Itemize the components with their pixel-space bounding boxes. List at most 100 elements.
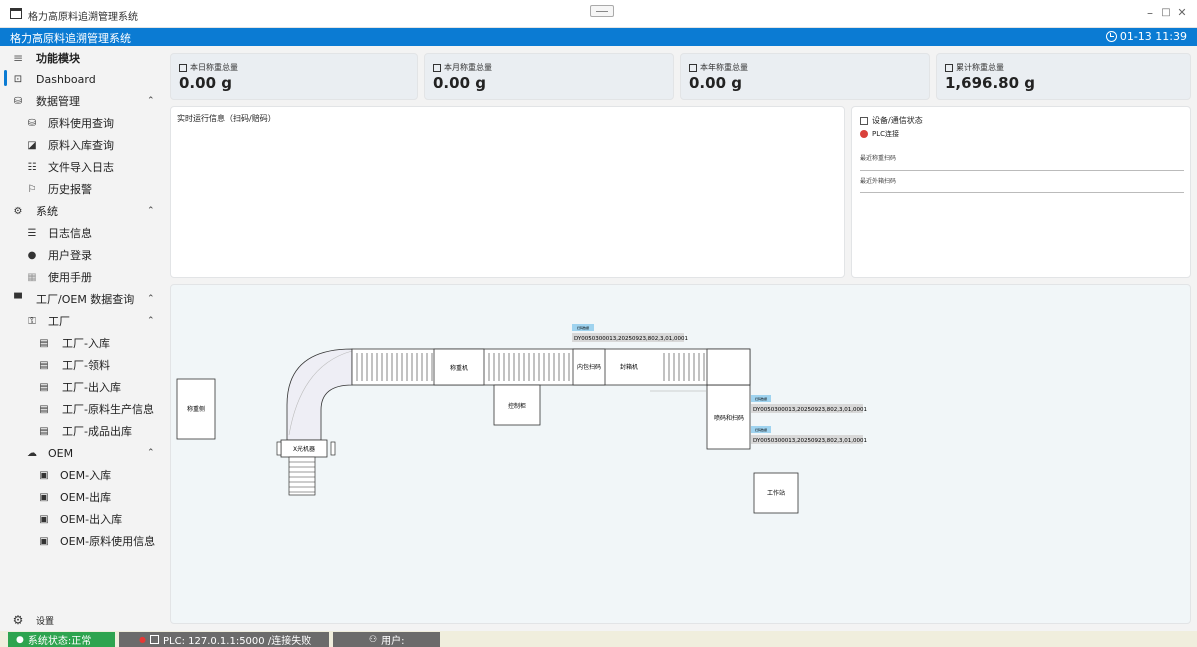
divider [860, 170, 1184, 171]
chevron-up-icon: ⌃ [147, 96, 155, 106]
weigh-side-label: 称重侧 [187, 405, 205, 413]
device-status-title: 设备/通信状态 [860, 115, 923, 126]
stat-card-yearly: 本年称重总量 0.00 g [680, 53, 930, 100]
alarm-icon: ⚐ [27, 183, 37, 195]
factory-icon: ⚿ [28, 315, 36, 327]
scan-code-a-text: DY0050300013,20250923,802,3,01,0001 [753, 407, 867, 413]
sidebar-item-material-inbound[interactable]: ◪ 原料入库查询 [0, 134, 164, 156]
sidebar-item-factory-production[interactable]: ▤ 工厂-原料生产信息 [0, 398, 164, 420]
divider [860, 192, 1184, 193]
clock-icon [1105, 31, 1117, 42]
sidebar-group-oem[interactable]: ☁ OEM ⌃ [0, 442, 164, 464]
checkbox-icon [860, 116, 868, 125]
sidebar-group-factory[interactable]: ⚿ 工厂 ⌃ [0, 310, 164, 332]
close-button[interactable]: ✕ [1174, 6, 1190, 19]
clipboard-icon: ▤ [39, 381, 49, 393]
document-icon: ▣ [39, 513, 49, 525]
list-icon: ☰ [27, 227, 37, 239]
production-line-diagram: 称重侧 X光机器 称重机 控制柜 内包扫码 封箱机 扫码数据 DY0050300… [176, 324, 867, 514]
chevron-up-icon: ⌃ [147, 294, 155, 304]
network-icon [149, 635, 159, 644]
image-icon: ◪ [27, 139, 37, 151]
device-status-panel: 设备/通信状态 PLC连接 最近称重扫码 最近外箱扫码 [851, 106, 1191, 278]
sidebar-item-factory-inout[interactable]: ▤ 工厂-出入库 [0, 376, 164, 398]
scan-code-b-text: DY0050300013,20250923,802,3,01,0001 [753, 438, 867, 444]
minimize-button[interactable]: – [1142, 6, 1158, 20]
xray-label: X光机器 [293, 445, 315, 453]
sidebar-item-user-login[interactable]: ● 用户登录 [0, 244, 164, 266]
status-dot-icon: ● [139, 635, 146, 644]
chevron-up-icon: ⌃ [147, 206, 155, 216]
app-window-icon [10, 8, 22, 19]
recent-box-scan-label: 最近外箱扫码 [860, 178, 897, 185]
log-icon: ☷ [27, 161, 37, 173]
status-dot-icon [860, 130, 868, 138]
sidebar-item-oem-inout[interactable]: ▣ OEM-出入库 [0, 508, 164, 530]
plc-status: PLC连接 [860, 129, 899, 139]
control-cabinet-label: 控制柜 [508, 402, 526, 410]
sidebar-item-factory-inbound[interactable]: ▤ 工厂-入库 [0, 332, 164, 354]
stat-value: 0.00 g [433, 74, 486, 92]
clipboard-icon: ▤ [39, 425, 49, 437]
sidebar-item-oem-outbound[interactable]: ▣ OEM-出库 [0, 486, 164, 508]
production-line-panel: 称重侧 X光机器 称重机 控制柜 内包扫码 封箱机 扫码数据 DY0050300… [170, 284, 1191, 624]
sidebar-item-log-info[interactable]: ☰ 日志信息 [0, 222, 164, 244]
svg-text:扫码数据: 扫码数据 [755, 427, 767, 432]
dashboard-icon: ⊡ [13, 73, 23, 85]
app-header-bar: 格力高原料追溯管理系统 01-13 11:39 [0, 28, 1197, 46]
clipboard-icon: ▤ [39, 359, 49, 371]
drag-handle-icon[interactable] [590, 5, 614, 17]
clipboard-icon: ▤ [39, 337, 49, 349]
sidebar-group-system[interactable]: ⚙ 系统 ⌃ [0, 200, 164, 222]
sidebar-item-factory-picking[interactable]: ▤ 工厂-领料 [0, 354, 164, 376]
sidebar-group-data-management[interactable]: ⛁ 数据管理 ⌃ [0, 90, 164, 112]
sidebar-item-history-alarm[interactable]: ⚐ 历史报警 [0, 178, 164, 200]
info-icon: ● [27, 249, 37, 261]
stat-value: 0.00 g [689, 74, 742, 92]
stat-value: 1,696.80 g [945, 74, 1035, 92]
maximize-button[interactable]: □ [1158, 7, 1174, 18]
workstation-label: 工作站 [767, 489, 785, 497]
window-title: 格力高原料追溯管理系统 [28, 12, 138, 23]
chevron-up-icon: ⌃ [147, 448, 155, 458]
stat-card-daily: 本日称重总量 0.00 g [170, 53, 418, 100]
sidebar-group-factory-oem[interactable]: ▀ 工厂/OEM 数据查询 ⌃ [0, 288, 164, 310]
sidebar: ≡ 功能模块 ⊡ Dashboard ⛁ 数据管理 ⌃ ⛁ 原料使用查询 ◪ 原… [0, 46, 164, 631]
gear-icon: ⚙ [12, 613, 24, 627]
calendar-icon [689, 63, 697, 72]
runtime-info-title: 实时运行信息（扫码/赔码） [177, 114, 276, 123]
database-icon: ⛁ [27, 117, 37, 129]
cloud-icon: ☁ [27, 447, 37, 459]
sidebar-item-oem-material[interactable]: ▣ OEM-原料使用信息 [0, 530, 164, 552]
factory-icon: ▀ [14, 293, 22, 305]
document-icon: ▣ [39, 535, 49, 547]
sidebar-item-material-usage[interactable]: ⛁ 原料使用查询 [0, 112, 164, 134]
user-status: ⚇ 用户: [333, 632, 440, 647]
chevron-up-icon: ⌃ [147, 316, 155, 326]
scale-label: 称重机 [450, 364, 468, 372]
clock: 01-13 11:39 [1105, 30, 1187, 43]
stat-card-monthly: 本月称重总量 0.00 g [424, 53, 674, 100]
check-icon: ● [16, 634, 24, 645]
system-status: ● 系统状态:正常 [8, 632, 115, 647]
sidebar-item-factory-finished[interactable]: ▤ 工厂-成品出库 [0, 420, 164, 442]
clipboard-icon: ▤ [39, 403, 49, 415]
runtime-info-panel: 实时运行信息（扫码/赔码） [170, 106, 845, 278]
gear-icon: ⚙ [13, 205, 23, 217]
scan-code-top-text: DY0050300013,20250923,802,3,01,0001 [574, 336, 688, 342]
window-title-bar: 格力高原料追溯管理系统 – □ ✕ [0, 0, 1197, 28]
calendar-icon [179, 63, 187, 72]
document-icon: ▣ [39, 491, 49, 503]
sidebar-item-dashboard[interactable]: ⊡ Dashboard [0, 68, 164, 90]
sidebar-item-oem-inbound[interactable]: ▣ OEM-入库 [0, 464, 164, 486]
inner-scan-label: 内包扫码 [577, 363, 601, 371]
settings-button[interactable]: ⚙ 设置 [0, 609, 164, 631]
plc-connection-status: ● PLC: 127.0.1.1:5000 /连接失败 [119, 632, 329, 647]
spray-scan-label: 喷码和扫码 [714, 414, 744, 422]
app-title: 格力高原料追溯管理系统 [10, 32, 131, 45]
sidebar-item-import-log[interactable]: ☷ 文件导入日志 [0, 156, 164, 178]
sidebar-item-manual[interactable]: ▦ 使用手册 [0, 266, 164, 288]
user-icon: ⚇ [369, 634, 378, 645]
curved-conveyor [286, 348, 353, 441]
status-bar: ● 系统状态:正常 ● PLC: 127.0.1.1:5000 /连接失败 ⚇ … [0, 631, 1197, 647]
